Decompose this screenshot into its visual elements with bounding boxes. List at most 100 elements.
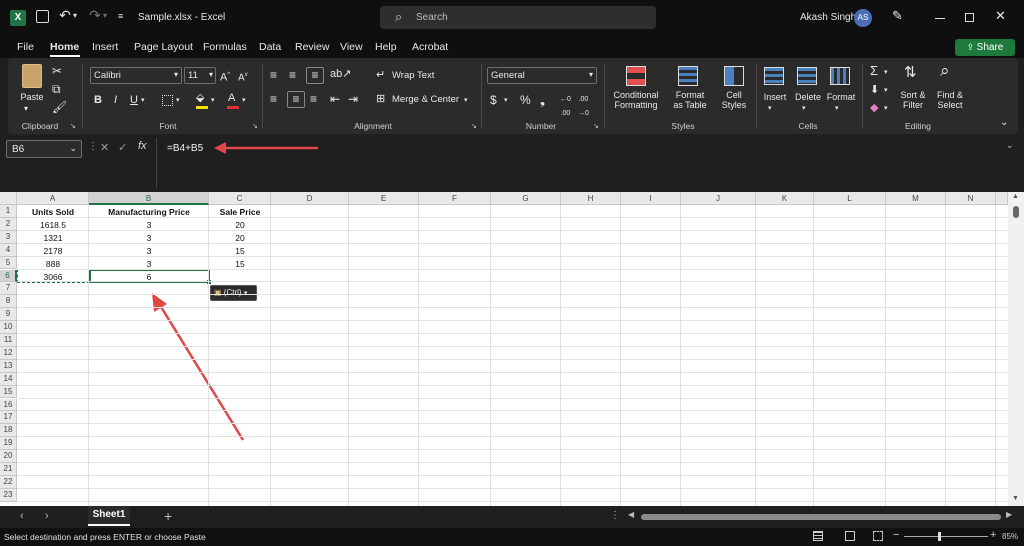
tab-file[interactable]: File xyxy=(17,41,34,53)
cancel-entry-icon[interactable]: ✕ xyxy=(100,141,109,154)
row-header-20[interactable]: 20 xyxy=(0,450,17,463)
align-right-icon[interactable]: ≡ xyxy=(310,92,317,106)
tab-review[interactable]: Review xyxy=(295,41,329,53)
conditional-formatting-button[interactable]: Conditional Formatting xyxy=(608,90,664,110)
row-header-12[interactable]: 12 xyxy=(0,346,17,360)
next-sheet-icon[interactable]: › xyxy=(45,510,49,522)
find-select-button[interactable]: Find & Select xyxy=(932,90,968,110)
clear-dropdown-icon[interactable]: ▾ xyxy=(884,102,888,116)
orientation-icon[interactable]: ab↗ xyxy=(330,67,351,81)
number-format-select[interactable]: General ▾ xyxy=(487,67,597,84)
autosum-dropdown-icon[interactable]: ▾ xyxy=(884,66,888,80)
zoom-slider-thumb[interactable] xyxy=(938,532,941,541)
group-launcher-icon[interactable]: ↘ xyxy=(70,122,76,130)
tab-insert[interactable]: Insert xyxy=(92,41,118,53)
align-middle-icon[interactable]: ≡ xyxy=(289,68,296,82)
insert-dropdown-icon[interactable]: ▾ xyxy=(768,102,772,116)
column-header-a[interactable]: A xyxy=(17,192,89,205)
page-layout-view-icon[interactable] xyxy=(845,531,855,541)
cell-b1[interactable]: Manufacturing Price xyxy=(89,207,209,217)
tab-formulas[interactable]: Formulas xyxy=(203,41,247,53)
row-header-14[interactable]: 14 xyxy=(0,372,17,386)
currency-icon[interactable]: $ xyxy=(490,93,497,107)
row-header-8[interactable]: 8 xyxy=(0,295,17,309)
scroll-down-icon[interactable]: ▼ xyxy=(1012,495,1019,502)
cell-b4[interactable]: 3 xyxy=(89,246,209,256)
cell-a4[interactable]: 2178 xyxy=(17,246,89,256)
increase-font-icon[interactable]: A^ xyxy=(220,68,230,85)
tab-data[interactable]: Data xyxy=(259,41,281,53)
horizontal-scrollbar[interactable]: ◀ ▶ xyxy=(626,510,1016,523)
undo-icon[interactable]: ↶ xyxy=(58,8,72,22)
wrap-text-icon[interactable]: ↵ xyxy=(376,68,385,82)
column-header-l[interactable]: L xyxy=(814,192,886,205)
font-color-icon[interactable]: A xyxy=(228,91,235,105)
row-header-4[interactable]: 4 xyxy=(0,243,17,257)
cell-b3[interactable]: 3 xyxy=(89,233,209,243)
paste-icon[interactable] xyxy=(22,64,42,88)
name-box[interactable]: B6 ⌄ xyxy=(6,140,82,158)
close-icon[interactable]: ✕ xyxy=(995,9,1006,23)
align-top-icon[interactable]: ≡ xyxy=(270,68,277,82)
redo-icon[interactable]: ↷ xyxy=(88,8,102,22)
vertical-scroll-thumb[interactable] xyxy=(1013,206,1019,218)
row-header-3[interactable]: 3 xyxy=(0,230,17,244)
merge-dropdown-icon[interactable]: ▾ xyxy=(464,94,468,108)
collapse-ribbon-icon[interactable]: ⌄ xyxy=(1000,116,1008,130)
align-center-icon[interactable]: ≡ xyxy=(287,91,305,108)
borders-dropdown-icon[interactable]: ▾ xyxy=(176,94,180,108)
row-header-7[interactable]: 7 xyxy=(0,282,17,296)
increase-indent-icon[interactable]: ⇥ xyxy=(348,92,358,106)
format-as-table-button[interactable]: Format as Table xyxy=(670,90,710,110)
cut-icon[interactable]: ✂ xyxy=(52,64,62,78)
insert-function-icon[interactable]: fx xyxy=(138,140,147,152)
cell-c3[interactable]: 20 xyxy=(209,233,271,243)
italic-icon[interactable]: I xyxy=(114,93,117,107)
sort-filter-icon[interactable]: ⇅ xyxy=(904,65,917,80)
fill-dropdown-icon[interactable]: ▾ xyxy=(211,94,215,108)
scroll-left-icon[interactable]: ◀ xyxy=(628,510,634,519)
column-header-g[interactable]: G xyxy=(491,192,561,205)
share-button[interactable]: ⇪ Share xyxy=(955,39,1015,56)
cell-c2[interactable]: 20 xyxy=(209,220,271,230)
tab-view[interactable]: View xyxy=(340,41,363,53)
worksheet-grid[interactable]: Units Sold Manufacturing Price Sale Pric… xyxy=(0,192,1024,506)
sheet-options-icon[interactable]: ⋮ xyxy=(610,510,620,521)
delete-cells-button[interactable]: Delete xyxy=(792,92,824,102)
minimize-icon[interactable] xyxy=(935,18,945,19)
row-header-13[interactable]: 13 xyxy=(0,359,17,373)
fill-icon[interactable]: ⬇ xyxy=(870,83,879,97)
column-header-j[interactable]: J xyxy=(681,192,756,205)
zoom-out-icon[interactable]: − xyxy=(893,529,899,541)
row-header-23[interactable]: 23 xyxy=(0,488,17,502)
row-header-21[interactable]: 21 xyxy=(0,463,17,476)
cell-a1[interactable]: Units Sold xyxy=(17,207,89,217)
insert-cells-button[interactable]: Insert xyxy=(760,92,790,102)
page-break-view-icon[interactable] xyxy=(873,531,883,541)
align-left-icon[interactable]: ≡ xyxy=(270,92,277,106)
expand-formula-bar-icon[interactable]: ⌄ xyxy=(1006,140,1014,151)
user-name[interactable]: Akash Singh xyxy=(800,12,856,23)
prev-sheet-icon[interactable]: ‹ xyxy=(20,510,24,522)
delete-dropdown-icon[interactable]: ▾ xyxy=(802,102,806,116)
tab-home[interactable]: Home xyxy=(50,41,79,53)
format-painter-icon[interactable]: 🖌 xyxy=(52,100,67,114)
cell-c5[interactable]: 15 xyxy=(209,259,271,269)
borders-icon[interactable] xyxy=(162,95,173,106)
fill-dropdown-icon[interactable]: ▾ xyxy=(884,84,888,98)
row-header-5[interactable]: 5 xyxy=(0,256,17,270)
sheet-tab-sheet1[interactable]: Sheet1 xyxy=(88,506,130,526)
normal-view-icon[interactable] xyxy=(813,531,823,541)
column-header-k[interactable]: K xyxy=(756,192,814,205)
search-box[interactable]: ⌕ Search xyxy=(380,6,656,29)
row-header-18[interactable]: 18 xyxy=(0,424,17,438)
format-as-table-icon[interactable] xyxy=(678,66,698,86)
group-launcher-icon[interactable]: ↘ xyxy=(471,122,477,130)
cell-c4[interactable]: 15 xyxy=(209,246,271,256)
cell-a5[interactable]: 888 xyxy=(17,259,89,269)
cell-a2[interactable]: 1618.5 xyxy=(17,220,89,230)
column-header-e[interactable]: E xyxy=(349,192,419,205)
restore-icon[interactable] xyxy=(965,13,974,22)
cell-b5[interactable]: 3 xyxy=(89,259,209,269)
column-header-c[interactable]: C xyxy=(209,192,271,205)
